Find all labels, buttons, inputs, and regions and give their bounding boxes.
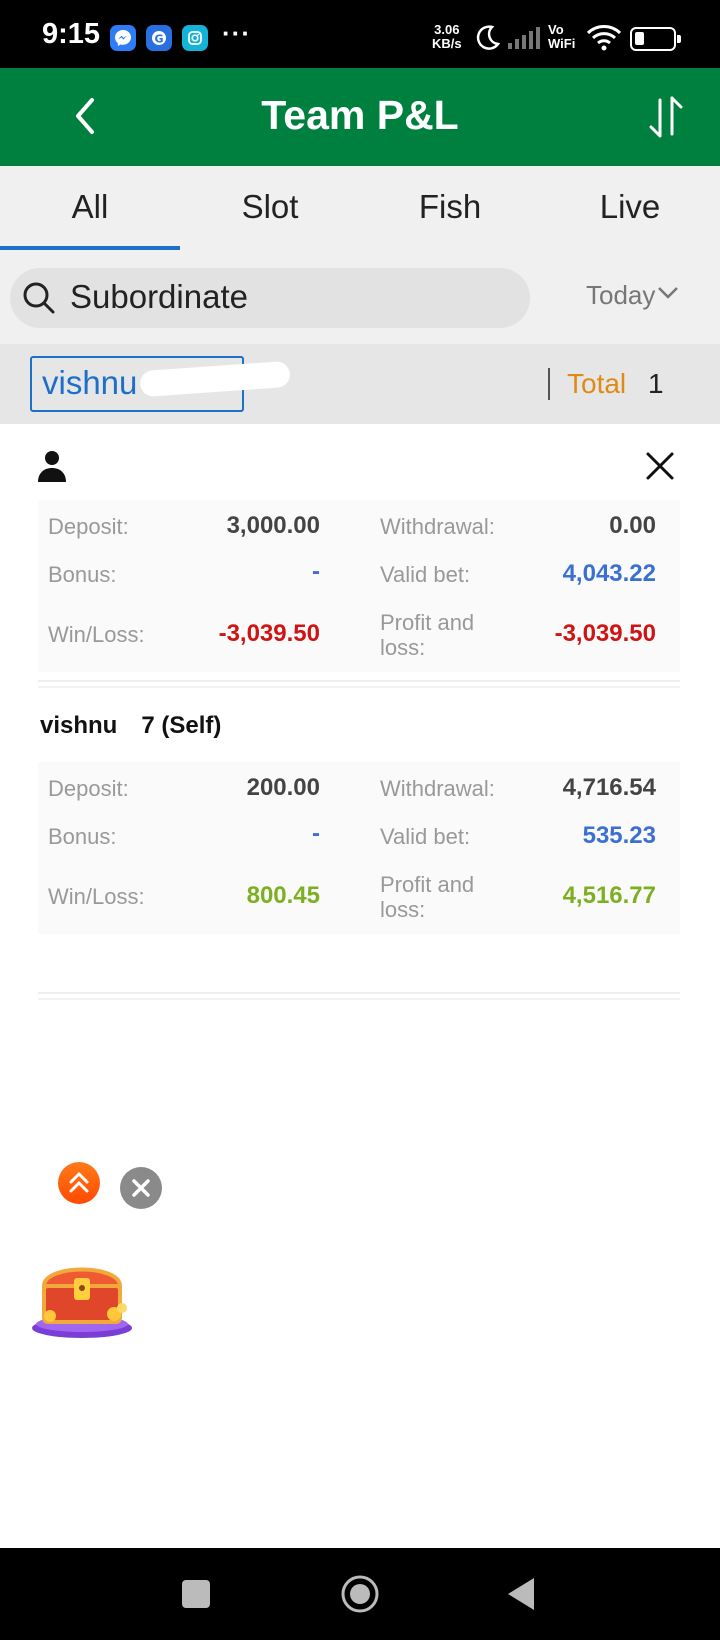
back-button[interactable] [506,1576,538,1612]
winloss-label: Win/Loss: [48,622,145,647]
search-row: Subordinate Today [0,250,720,344]
deposit-value: 200.00 [246,774,320,801]
recent-apps-button[interactable] [182,1580,210,1608]
pnl-label: Profit and loss: [380,872,474,922]
subordinate-search-input[interactable]: Subordinate [10,268,530,328]
deposit-label: Deposit: [48,776,129,801]
wifi-icon [586,25,622,51]
search-placeholder: Subordinate [70,278,248,315]
self-card: Deposit: 200.00 Withdrawal: 4,716.54 Bon… [38,762,680,934]
pnl-label-line1: Profit and [380,610,475,635]
summary-card: Deposit: 3,000.00 Withdrawal: 0.00 Bonus… [38,500,680,672]
winloss-label: Win/Loss: [48,884,145,909]
tab-slot[interactable]: Slot [180,166,360,250]
bonus-value: - [312,820,320,847]
tab-all[interactable]: All [0,166,180,250]
tab-fish[interactable]: Fish [360,166,540,250]
scroll-top-button[interactable] [58,1162,100,1204]
withdrawal-value: 0.00 [609,512,656,539]
signal-icon [508,27,540,49]
speed-value: 3.06 [434,22,460,37]
sort-icon[interactable] [646,94,686,140]
page-title: Team P&L [261,92,459,138]
total-label: Total [567,368,627,399]
bonus-label: Bonus: [48,562,117,587]
pnl-label-line2: loss: [380,897,426,922]
status-bar: 9:15 G ··· 3.06 KB/s Vo WiFi [0,0,720,68]
divider [38,680,680,688]
pnl-value: -3,039.50 [554,620,656,647]
close-widget-button[interactable] [120,1167,162,1209]
divider [38,992,680,1000]
home-button[interactable] [340,1574,380,1614]
user-icon [38,451,66,482]
pnl-label-line2: loss: [380,635,426,660]
validbet-label: Valid bet: [380,562,471,587]
close-icon [132,1179,150,1197]
search-icon [23,282,55,314]
subordinate-row: vishnu Total 1 [0,344,720,424]
google-icon: G [146,25,172,51]
withdrawal-label: Withdrawal: [380,514,495,539]
moon-icon [476,25,500,50]
more-notifications: ··· [222,18,251,48]
deposit-label: Deposit: [48,514,129,539]
speed-unit: KB/s [432,36,462,51]
member-detail-sheet: Deposit: 3,000.00 Withdrawal: 0.00 Bonus… [0,424,720,1548]
deposit-value: 3,000.00 [226,512,320,539]
battery-icon [630,27,681,51]
close-icon[interactable] [644,450,676,482]
messenger-icon [110,25,136,51]
pnl-label-line1: Profit and [380,872,475,897]
validbet-label: Valid bet: [380,824,471,849]
date-filter-dropdown[interactable]: Today [586,280,679,311]
vowifi-bottom: WiFi [548,36,576,51]
svg-text:G: G [154,33,163,46]
total-value: 1 [648,368,664,399]
winloss-value: -3,039.50 [218,620,320,647]
vowifi-indicator: Vo WiFi [548,23,575,51]
divider [548,368,550,400]
bonus-label: Bonus: [48,824,117,849]
validbet-value: 4,043.22 [562,560,656,587]
system-nav-bar [0,1548,720,1640]
date-filter-label: Today [586,280,656,310]
status-time: 9:15 [42,18,101,50]
pnl-label: Profit and loss: [380,610,474,660]
app-header: Team P&L [0,68,720,166]
winloss-value: 800.45 [246,882,320,909]
chevron-down-icon [658,287,679,299]
tab-live[interactable]: Live [540,166,720,250]
pnl-value: 4,516.77 [562,882,656,909]
withdrawal-value: 4,716.54 [562,774,656,801]
category-tabs: All Slot Fish Live [0,166,720,250]
double-chevron-up-icon [69,1172,89,1193]
network-speed: 3.06 KB/s [432,23,462,51]
vowifi-top: Vo [548,22,564,37]
instagram-icon [182,25,208,51]
self-title: vishnu 7 (Self) [40,712,222,739]
validbet-value: 535.23 [582,822,656,849]
bonus-value: - [312,558,320,585]
treasure-chest-icon[interactable] [30,1248,134,1340]
withdrawal-label: Withdrawal: [380,776,495,801]
